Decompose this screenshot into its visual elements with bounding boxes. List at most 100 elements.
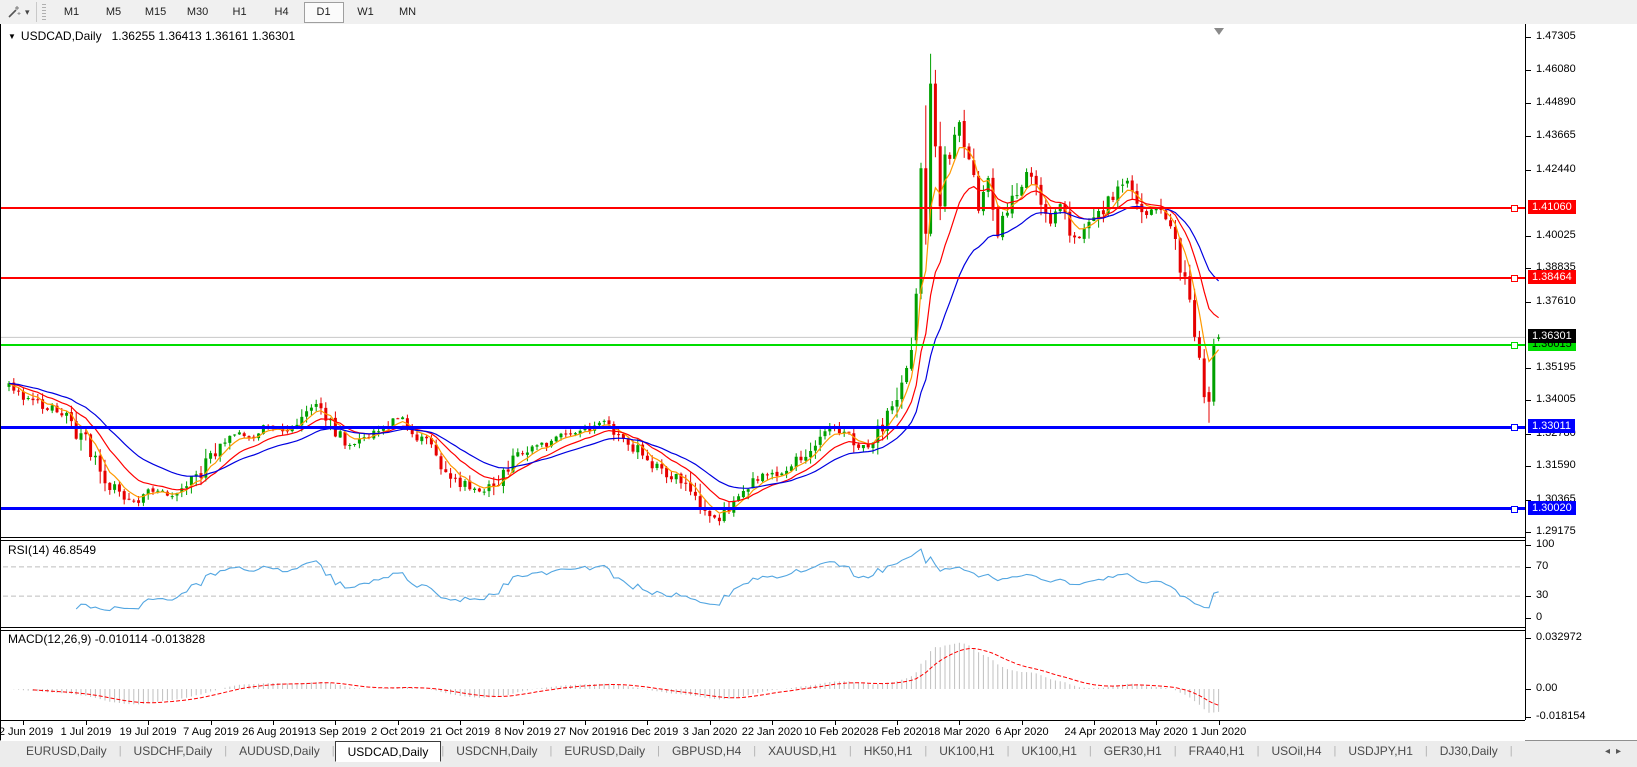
toolbar-grip[interactable]: [41, 4, 46, 20]
price-tick-label: 1.46080: [1536, 63, 1576, 75]
cursor-tool-group: ▾: [0, 2, 37, 22]
date-tick: [647, 721, 648, 725]
price-tick-label: 1.47305: [1536, 30, 1576, 42]
macd-label: MACD(12,26,9) -0.010114 -0.013828: [8, 632, 206, 646]
symbol-label: USDCAD,Daily: [20, 29, 102, 43]
date-tick: [460, 721, 461, 725]
chart-tab-gbpusd-h4[interactable]: GBPUSD,H4: [660, 741, 753, 760]
tab-scroll-left-icon[interactable]: ◂: [1605, 746, 1616, 757]
chart-tab-ger30-h1[interactable]: GER30,H1: [1092, 741, 1174, 760]
rsi-tick-label: 0: [1536, 611, 1543, 623]
timeframe-button-h4[interactable]: H4: [262, 2, 302, 23]
timeframe-button-mn[interactable]: MN: [388, 2, 428, 23]
chart-tab-usdcnh-daily[interactable]: USDCNH,Daily: [444, 741, 549, 760]
date-tick: [398, 721, 399, 725]
ohlc-values: 1.36255 1.36413 1.36161 1.36301: [111, 29, 296, 43]
pane-separator[interactable]: [1, 630, 1637, 631]
price-tick: [1526, 400, 1531, 401]
chart-tab-bar: EURUSD,Daily | USDCHF,Daily | AUDUSD,Daily | U…: [0, 740, 1637, 767]
date-tick: [148, 721, 149, 725]
date-tick: [23, 721, 24, 725]
collapse-arrow-icon[interactable]: ▼: [8, 32, 16, 41]
timeframe-button-h1[interactable]: H1: [220, 2, 260, 23]
date-tick: [897, 721, 898, 725]
rsi-tick: [1526, 596, 1531, 597]
price-tick: [1526, 236, 1531, 237]
price-tick-label: 1.34005: [1536, 393, 1576, 405]
crosshair-tool-icon[interactable]: [6, 4, 22, 20]
timeframe-button-d1[interactable]: D1: [303, 1, 344, 23]
chart-tab-usdchf-daily[interactable]: USDCHF,Daily: [122, 741, 225, 760]
timeframe-button-m15[interactable]: M15: [136, 2, 176, 23]
date-tick: [1022, 721, 1023, 725]
price-tick-label: 1.31590: [1536, 459, 1576, 471]
macd-tick: [1526, 689, 1531, 690]
chart-tab-usdcad-daily[interactable]: USDCAD,Daily: [334, 741, 442, 762]
tab-nav: ◂▸: [1605, 746, 1627, 757]
macd-tick-label: 0.00: [1536, 682, 1558, 694]
chart-tab-xauusd-h1[interactable]: XAUUSD,H1: [756, 741, 849, 760]
chart-tabs: EURUSD,Daily | USDCHF,Daily | AUDUSD,Daily | U…: [0, 741, 1637, 762]
level-price-label: 1.33011: [1528, 419, 1575, 433]
chart-tab-uk100-h1[interactable]: UK100,H1: [1010, 741, 1089, 760]
price-tick: [1526, 136, 1531, 137]
current-price-label: 1.36301: [1528, 329, 1576, 343]
rsi-tick-label: 70: [1536, 560, 1549, 572]
date-tick-label: 18 Mar 2020: [928, 726, 990, 738]
macd-tick: [1526, 638, 1531, 639]
macd-tick: [1526, 717, 1531, 718]
date-tick: [273, 721, 274, 725]
timeframe-button-m30[interactable]: M30: [178, 2, 218, 23]
date-tick: [710, 721, 711, 725]
date-tick: [835, 721, 836, 725]
time-axis[interactable]: 12 Jun 2019 1 Jul 2019 19 Jul 2019 7 Aug 20…: [0, 720, 1525, 741]
macd-tick-label: -0.018154: [1536, 710, 1586, 722]
price-tick-label: 1.44890: [1536, 96, 1576, 108]
price-tick: [1526, 302, 1531, 303]
chart-tab-usdjpy-h1[interactable]: USDJPY,H1: [1336, 741, 1424, 760]
price-tick: [1526, 170, 1531, 171]
price-tick: [1526, 434, 1531, 435]
level-price-label: 1.41060: [1528, 200, 1576, 214]
candlestick-plot[interactable]: [1, 24, 1525, 740]
chart-tab-uk100-h1[interactable]: UK100,H1: [927, 741, 1006, 760]
level-price-label: 1.30020: [1528, 501, 1576, 515]
date-tick: [585, 721, 586, 725]
dropdown-arrow-icon[interactable]: ▾: [25, 7, 30, 18]
date-tick-label: 1 Jul 2019: [60, 726, 112, 738]
chart-area[interactable]: ▼ USDCAD,Daily 1.36255 1.36413 1.36161 1.3…: [0, 24, 1637, 741]
pane-separator[interactable]: [1, 537, 1637, 538]
date-tick: [335, 721, 336, 725]
date-tick: [211, 721, 212, 725]
date-tick: [86, 721, 87, 725]
date-tick-label: 26 Aug 2019: [242, 726, 304, 738]
price-axis[interactable]: 1.47305 1.46080 1.44890 1.43665 1.42440 1.400…: [1525, 24, 1637, 722]
price-tick-label: 1.35195: [1536, 361, 1576, 373]
date-tick-label: 8 Nov 2019: [494, 726, 552, 738]
chart-tab-fra40-h1[interactable]: FRA40,H1: [1177, 741, 1257, 760]
timeframe-button-m5[interactable]: M5: [94, 2, 134, 23]
pane-separator[interactable]: [1, 627, 1637, 628]
date-tick-label: 7 Aug 2019: [183, 726, 239, 738]
chart-tab-usoil-h4[interactable]: USOil,H4: [1260, 741, 1334, 760]
date-tick: [1156, 721, 1157, 725]
chart-tab-eurusd-daily[interactable]: EURUSD,Daily: [14, 741, 119, 760]
date-tick-label: 12 Jun 2019: [0, 726, 54, 738]
date-tick: [1094, 721, 1095, 725]
pane-separator[interactable]: [1, 540, 1637, 541]
rsi-tick: [1526, 545, 1531, 546]
chart-tab-dj30-daily[interactable]: DJ30,Daily: [1428, 741, 1510, 760]
chart-tab-audusd-daily[interactable]: AUDUSD,Daily: [227, 741, 332, 760]
mt4-window: ▾ M1 M5 M15 M30 H1 H4 D1 W1 MN ▼ USDCAD,Daily 1.36…: [0, 0, 1637, 767]
chart-tab-hk50-h1[interactable]: HK50,H1: [852, 741, 925, 760]
date-tick-label: 24 Apr 2020: [1064, 726, 1124, 738]
chart-tab-eurusd-daily[interactable]: EURUSD,Daily: [552, 741, 657, 760]
chart-shift-marker-icon[interactable]: [1214, 28, 1224, 35]
rsi-tick: [1526, 618, 1531, 619]
timeframe-toolbar: M1 M5 M15 M30 H1 H4 D1 W1 MN: [52, 1, 428, 23]
timeframe-button-w1[interactable]: W1: [346, 2, 386, 23]
date-tick: [772, 721, 773, 725]
timeframe-button-m1[interactable]: M1: [52, 2, 92, 23]
date-tick-label: 10 Feb 2020: [804, 726, 866, 738]
tab-scroll-right-icon[interactable]: ▸: [1616, 746, 1627, 757]
